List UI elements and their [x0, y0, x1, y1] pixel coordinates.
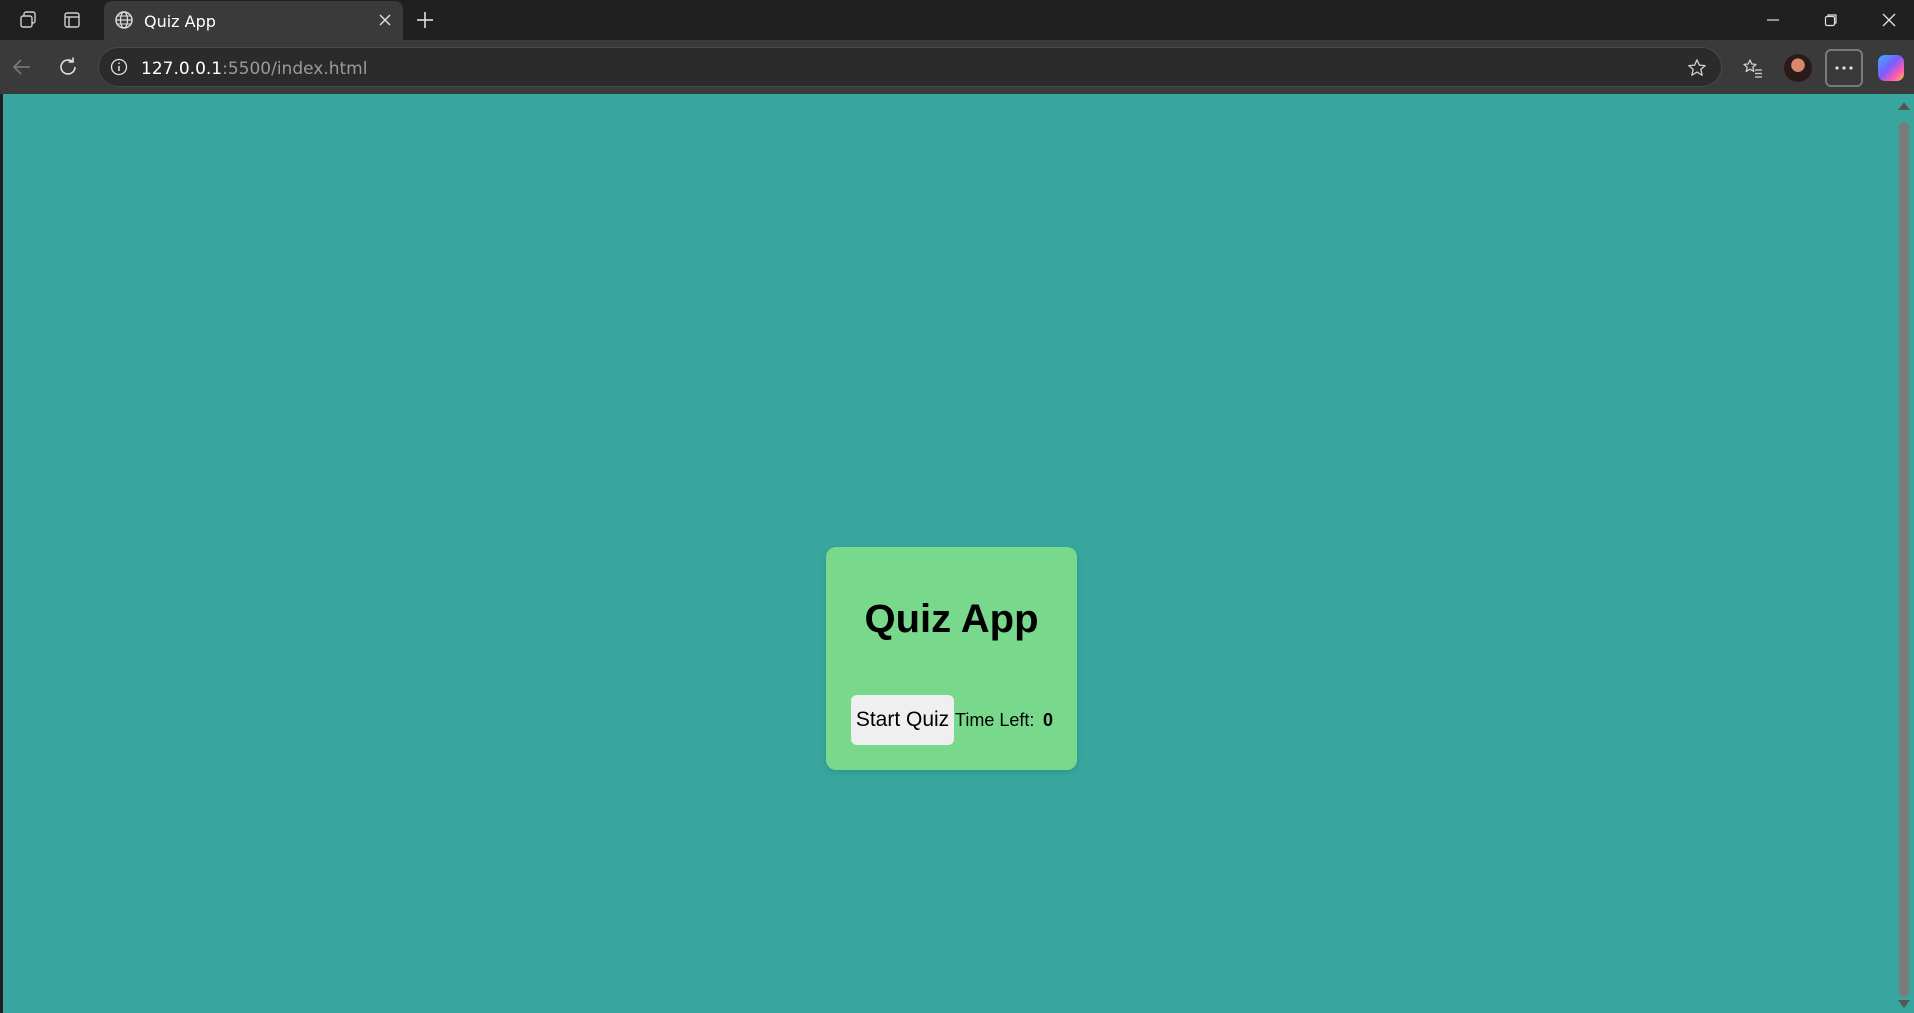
- workspaces-icon[interactable]: [16, 8, 40, 32]
- site-info-icon[interactable]: [109, 57, 129, 77]
- tab-close-icon[interactable]: [373, 8, 397, 32]
- vertical-scrollbar[interactable]: [1894, 94, 1914, 1013]
- profile-avatar[interactable]: [1781, 51, 1815, 85]
- settings-more-button[interactable]: [1825, 49, 1863, 87]
- avatar-image: [1784, 54, 1812, 82]
- scroll-up-arrow-icon[interactable]: [1898, 102, 1910, 110]
- quiz-card: Quiz App Start Quiz Time Left: 0: [826, 547, 1077, 770]
- time-left-value: 0: [1043, 710, 1054, 730]
- scroll-down-arrow-icon[interactable]: [1898, 1000, 1910, 1008]
- restore-icon[interactable]: [1808, 6, 1854, 34]
- more-dots-icon: [1835, 66, 1853, 70]
- url-path: :5500/index.html: [222, 59, 368, 79]
- favorite-star-icon[interactable]: [1685, 56, 1709, 80]
- browser-toolbar: 127.0.0.1:5500/index.html: [0, 40, 1914, 94]
- page-viewport: Quiz App Start Quiz Time Left: 0: [3, 94, 1894, 1013]
- tab-title: Quiz App: [144, 12, 216, 31]
- minimize-icon[interactable]: [1750, 6, 1796, 34]
- scrollbar-thumb[interactable]: [1899, 122, 1909, 997]
- quiz-title: Quiz App: [864, 597, 1039, 641]
- address-bar[interactable]: 127.0.0.1:5500/index.html: [98, 47, 1722, 87]
- url-host: 127.0.0.1: [141, 59, 223, 79]
- globe-icon: [112, 8, 136, 32]
- address-url: 127.0.0.1:5500/index.html: [141, 59, 367, 79]
- new-tab-plus-icon[interactable]: [412, 7, 438, 33]
- favorites-icon[interactable]: [1736, 51, 1770, 85]
- start-quiz-button[interactable]: Start Quiz: [851, 695, 954, 745]
- browser-titlebar: Quiz App: [0, 0, 1914, 40]
- tab-quiz-app[interactable]: Quiz App: [104, 1, 403, 40]
- time-left-label: Time Left:: [955, 710, 1035, 730]
- window-close-icon[interactable]: [1866, 6, 1912, 34]
- reload-icon[interactable]: [52, 51, 84, 83]
- back-arrow-icon[interactable]: [6, 51, 38, 83]
- tab-actions-icon[interactable]: [60, 8, 84, 32]
- copilot-logo: [1878, 55, 1904, 81]
- copilot-icon[interactable]: [1874, 51, 1908, 85]
